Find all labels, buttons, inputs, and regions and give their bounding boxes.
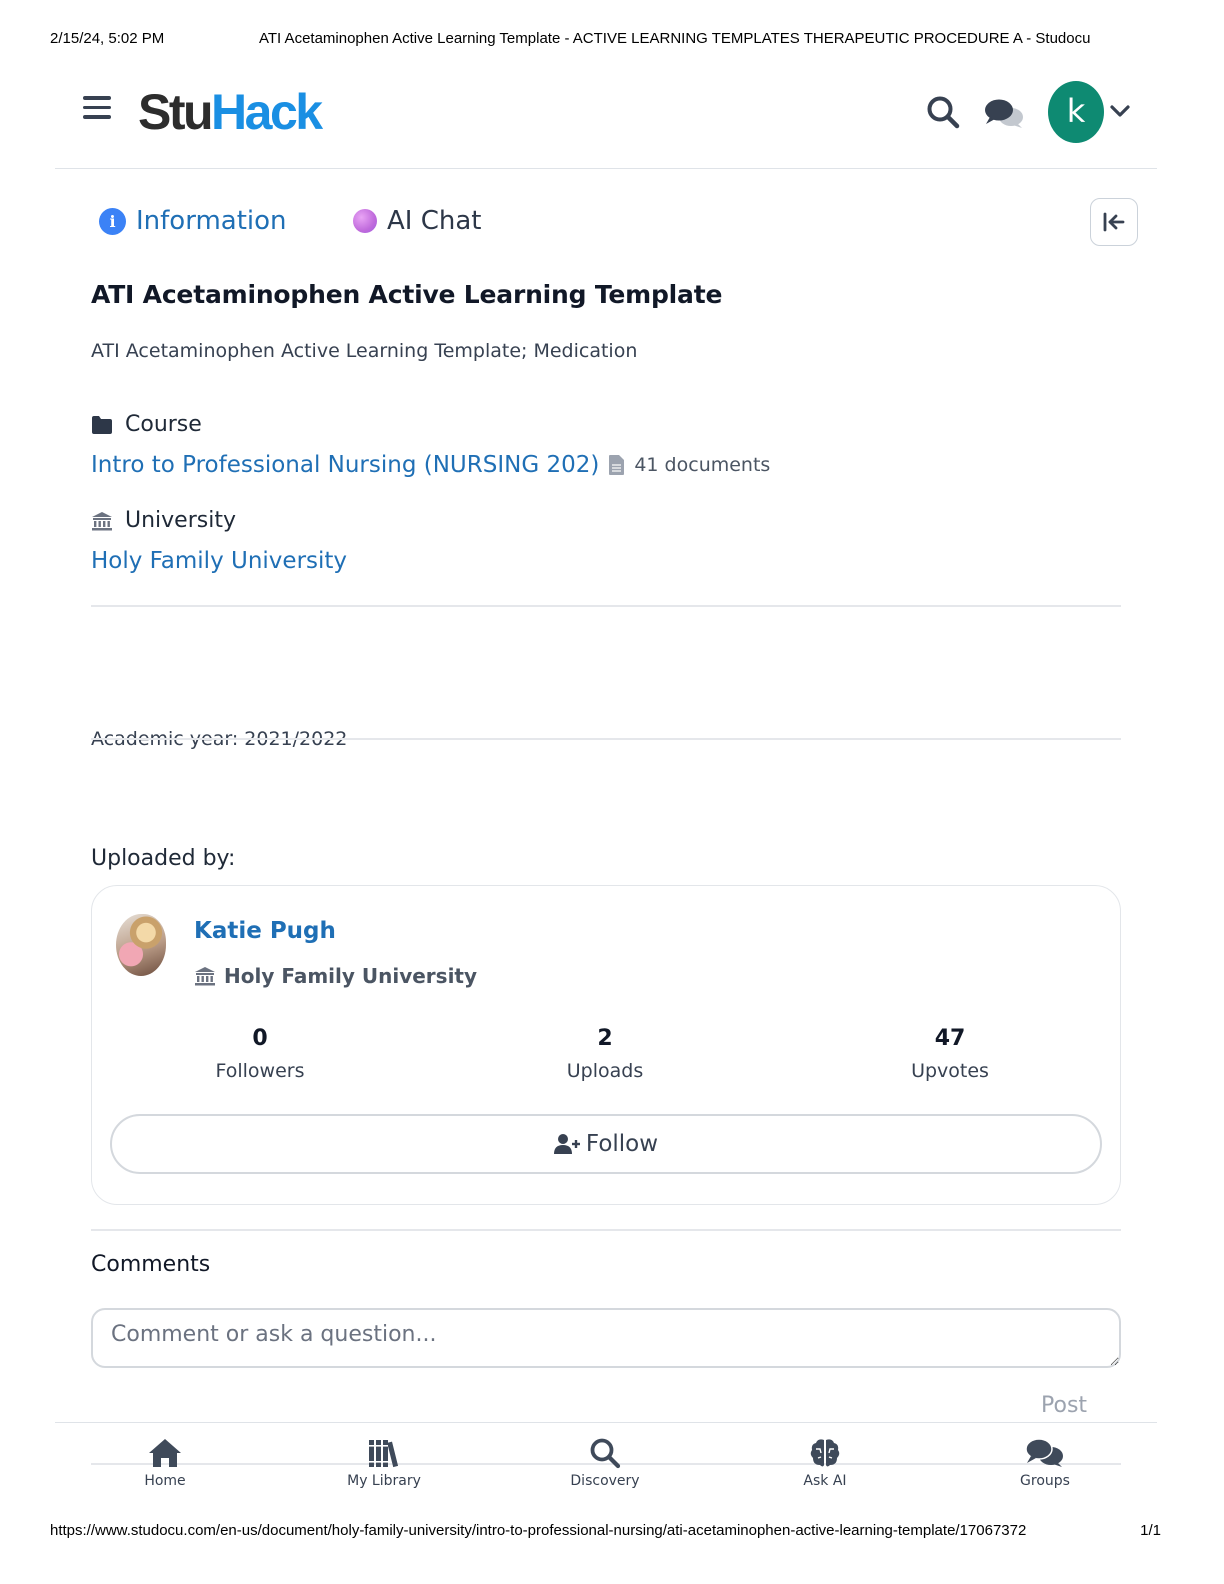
stat-uploads: 2 Uploads xyxy=(505,1024,705,1088)
section-divider xyxy=(91,1229,1121,1231)
search-icon xyxy=(590,1438,621,1469)
search-button[interactable] xyxy=(925,94,961,130)
print-title: ATI Acetaminophen Active Learning Templa… xyxy=(259,30,1091,47)
university-icon xyxy=(195,967,215,986)
university-icon xyxy=(92,511,112,530)
chevron-down-icon xyxy=(1110,105,1130,117)
stat-label: Upvotes xyxy=(911,1060,989,1082)
logo-text-hack: Hack xyxy=(211,84,323,140)
tab-information[interactable]: i Information xyxy=(99,202,287,240)
course-name: Intro to Professional Nursing (NURSING 2… xyxy=(91,452,600,478)
print-header: 2/15/24, 5:02 PM ATI Acetaminophen Activ… xyxy=(50,30,1174,50)
tab-information-label: Information xyxy=(136,206,287,236)
uploader-card: Katie Pugh Holy Family University 0 Foll… xyxy=(91,885,1121,1205)
uploader-name[interactable]: Katie Pugh xyxy=(194,918,336,944)
library-icon xyxy=(369,1440,399,1468)
search-icon xyxy=(927,96,960,129)
collapse-left-icon xyxy=(1103,212,1125,232)
chat-icon xyxy=(985,99,1023,128)
account-dropdown-button[interactable] xyxy=(1109,100,1131,122)
post-button[interactable]: Post xyxy=(1041,1393,1087,1418)
uploader-university-name: Holy Family University xyxy=(224,964,478,988)
bottom-navigation: Home My Library Discovery Ask AI Groups xyxy=(55,1422,1157,1506)
top-navbar: StuHack k xyxy=(55,56,1157,169)
file-icon xyxy=(609,455,625,475)
stat-upvotes: 47 Upvotes xyxy=(850,1024,1050,1088)
tab-ai-chat-label: AI Chat xyxy=(387,206,482,236)
document-count-text: 41 documents xyxy=(634,454,771,476)
nav-label: Groups xyxy=(1020,1473,1070,1489)
comment-input[interactable] xyxy=(91,1308,1121,1368)
home-icon xyxy=(149,1439,181,1467)
follow-label: Follow xyxy=(585,1131,659,1157)
university-section-label: University xyxy=(91,508,236,533)
uploader-university: Holy Family University xyxy=(194,964,477,988)
university-link[interactable]: Holy Family University xyxy=(91,548,347,574)
nav-label: My Library xyxy=(347,1473,421,1489)
messages-button[interactable] xyxy=(983,96,1025,130)
course-link[interactable]: Intro to Professional Nursing (NURSING 2… xyxy=(91,452,770,478)
nav-groups[interactable]: Groups xyxy=(975,1437,1115,1489)
print-date: 2/15/24, 5:02 PM xyxy=(50,30,165,47)
hamburger-icon xyxy=(83,96,111,100)
comments-icon xyxy=(1025,1438,1063,1467)
ai-blob-icon xyxy=(353,209,377,233)
section-divider xyxy=(91,738,1121,740)
print-footer: https://www.studocu.com/en-us/document/h… xyxy=(50,1522,1161,1542)
nav-my-library[interactable]: My Library xyxy=(314,1437,454,1489)
document-title: ATI Acetaminophen Active Learning Templa… xyxy=(91,280,723,309)
stat-value: 47 xyxy=(934,1026,966,1051)
course-label: Course xyxy=(125,412,202,437)
logo-text-stu: Stu xyxy=(138,84,214,140)
nav-home[interactable]: Home xyxy=(95,1437,235,1489)
uploaded-by-heading: Uploaded by: xyxy=(91,846,236,871)
stat-followers: 0 Followers xyxy=(160,1024,360,1088)
print-page-number: 1/1 xyxy=(1140,1522,1161,1539)
user-avatar[interactable]: k xyxy=(1048,81,1104,143)
nav-ask-ai[interactable]: Ask AI xyxy=(755,1437,895,1489)
stat-label: Uploads xyxy=(566,1060,644,1082)
brain-icon xyxy=(810,1439,840,1467)
tab-ai-chat[interactable]: AI Chat xyxy=(353,202,481,240)
comments-heading: Comments xyxy=(91,1252,211,1277)
course-section-label: Course xyxy=(91,412,202,437)
nav-label: Home xyxy=(144,1473,186,1489)
university-label: University xyxy=(125,508,236,533)
stat-label: Followers xyxy=(215,1060,305,1082)
user-plus-icon xyxy=(553,1134,580,1154)
course-document-count: 41 documents xyxy=(609,454,770,476)
nav-label: Ask AI xyxy=(803,1473,847,1489)
stat-value: 2 xyxy=(597,1026,613,1051)
section-divider xyxy=(91,605,1121,607)
uploader-avatar[interactable] xyxy=(116,914,166,976)
stat-value: 0 xyxy=(252,1026,268,1051)
follow-button[interactable]: Follow xyxy=(110,1114,1102,1174)
nav-label: Discovery xyxy=(570,1473,640,1489)
collapse-sidebar-button[interactable] xyxy=(1090,198,1138,246)
site-logo[interactable]: StuHack xyxy=(138,84,323,140)
print-url: https://www.studocu.com/en-us/document/h… xyxy=(50,1522,1027,1539)
document-description: ATI Acetaminophen Active Learning Templa… xyxy=(91,340,638,362)
folder-icon xyxy=(92,415,112,434)
hamburger-menu-button[interactable] xyxy=(83,96,111,122)
studocu-page: StuHack k i Information AI Chat ATI Acet… xyxy=(55,56,1157,1506)
nav-discovery[interactable]: Discovery xyxy=(535,1437,675,1489)
info-icon: i xyxy=(99,207,126,235)
